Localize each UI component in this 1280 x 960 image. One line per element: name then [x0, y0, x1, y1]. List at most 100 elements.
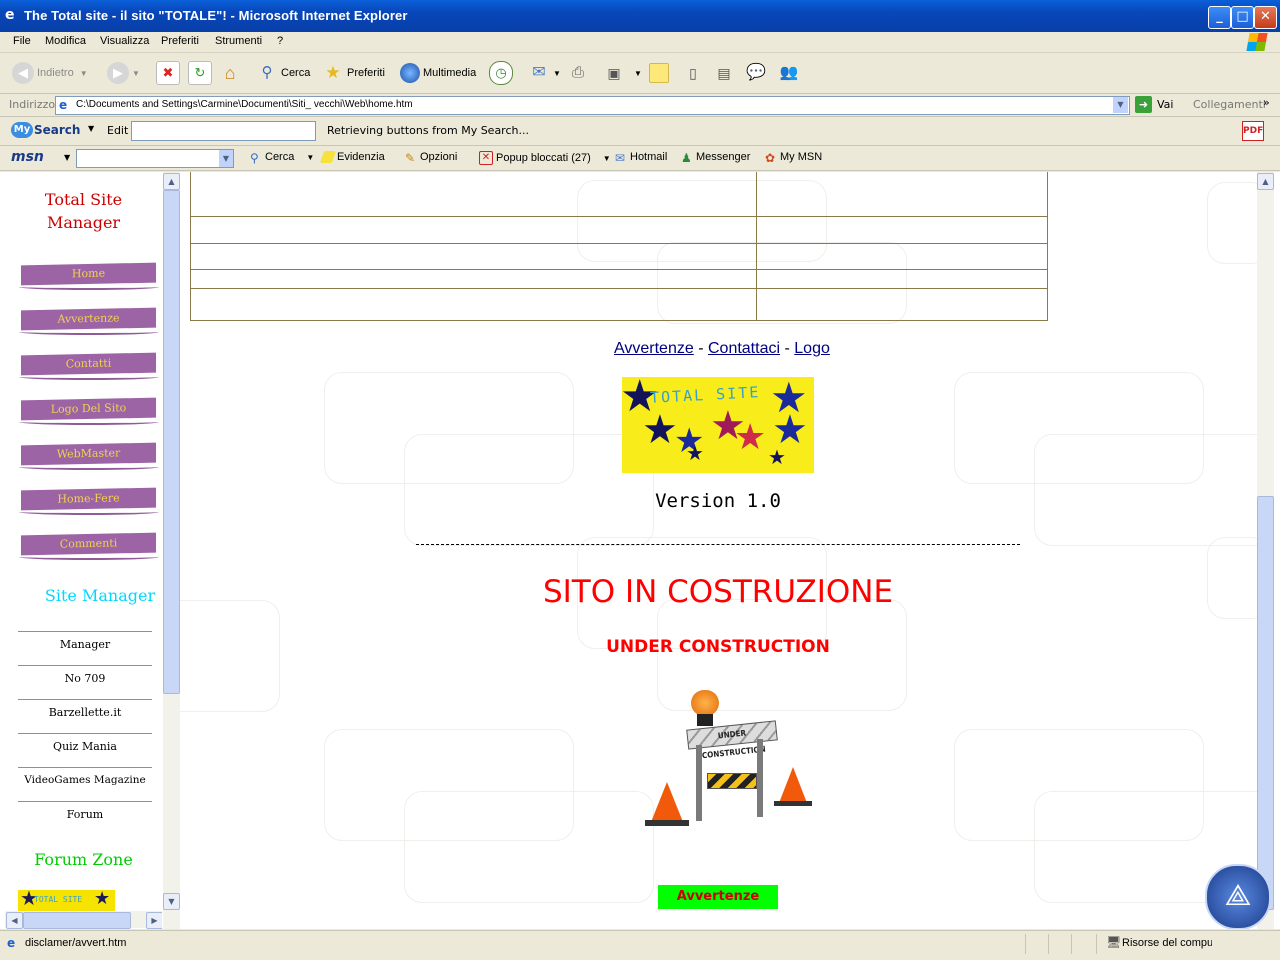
link-avvertenze[interactable]: Avvertenze [614, 340, 694, 357]
dropdown-icon[interactable]: ▼ [64, 153, 70, 162]
minimize-button[interactable]: _ [1208, 6, 1231, 29]
dropdown-icon: ▼ [634, 68, 642, 78]
scroll-down-icon[interactable]: ▼ [163, 893, 180, 910]
status-separator [1048, 934, 1049, 954]
back-arrow-icon: ◀ [12, 62, 34, 84]
computer-icon: 🖥 [1106, 935, 1122, 949]
menu-modifica[interactable]: Modifica [45, 35, 86, 47]
window-title: The Total site - il sito "TOTALE"! - Mic… [24, 8, 408, 23]
menu-help[interactable]: ? [277, 35, 283, 47]
site-link-videogames[interactable]: VideoGames Magazine [18, 767, 152, 786]
go-arrow-icon[interactable]: ➜ [1135, 96, 1152, 113]
mail-button[interactable]: ✉ ▼ [528, 61, 561, 85]
nav-webmaster[interactable]: WebMaster [21, 442, 156, 466]
nav-avvertenze[interactable]: Avvertenze [21, 307, 156, 331]
nav-contatti[interactable]: Contatti [21, 352, 156, 376]
discuss-button[interactable]: ▤ [713, 61, 738, 85]
link-separator: - [698, 340, 704, 357]
address-dropdown-icon[interactable]: ▼ [1113, 97, 1128, 113]
barrier-post [757, 739, 763, 817]
dropdown-icon[interactable]: ▼ [88, 124, 94, 133]
messenger-button[interactable]: 👥 [778, 61, 803, 85]
nav-divider [19, 464, 159, 470]
history-icon: ◷ [489, 61, 513, 85]
scroll-up-icon[interactable]: ▲ [163, 173, 180, 190]
dropdown-icon: ▼ [306, 152, 315, 162]
research-button[interactable]: ▯ [682, 61, 707, 85]
forum-logo-image[interactable]: ★ TOTAL SITE ★ [18, 890, 115, 912]
address-label: Indirizzo [9, 98, 56, 111]
vscroll-thumb[interactable] [163, 190, 180, 694]
search-icon: ⚲ [261, 64, 273, 81]
nav-home[interactable]: Home [21, 262, 156, 286]
windows-logo-icon [1246, 33, 1268, 51]
nav-home-fere[interactable]: Home-Fere [21, 487, 156, 511]
scroll-up-icon[interactable]: ▲ [1257, 173, 1274, 190]
home-button[interactable]: ⌂ [219, 61, 244, 85]
page-heading: SITO IN COSTRUZIONE [542, 574, 894, 610]
print-button[interactable]: ⎙ [567, 61, 592, 85]
chat-icon: 💬 [746, 64, 766, 81]
menu-visualizza[interactable]: Visualizza [100, 35, 149, 47]
left-hscrollbar[interactable]: ◀ ▶ [5, 911, 162, 929]
chevron-right-icon[interactable]: » [1263, 96, 1270, 109]
popup-blocker-button[interactable]: ✕ Popup bloccati (27) ▼ [479, 151, 611, 165]
menu-strumenti[interactable]: Strumenti [215, 35, 262, 47]
status-url: disclamer/avvert.htm [25, 937, 127, 949]
site-link-no709[interactable]: No 709 [18, 665, 152, 685]
options-button[interactable]: ✎ Opzioni [405, 151, 457, 165]
nav-commenti[interactable]: Commenti [21, 532, 156, 556]
edit-button[interactable]: ▣ ▼ [603, 61, 642, 85]
table-row [190, 172, 1048, 217]
links-button[interactable]: Collegamenti [1193, 98, 1266, 111]
address-field[interactable]: e C:\Documents and Settings\Carmine\Docu… [55, 96, 1130, 115]
refresh-button[interactable]: ↻ [188, 61, 215, 85]
link-logo[interactable]: Logo [794, 340, 830, 357]
site-link-forum[interactable]: Forum [18, 801, 152, 821]
scroll-left-icon[interactable]: ◀ [6, 912, 23, 929]
site-link-manager[interactable]: Manager [18, 631, 152, 651]
site-link-barzellette[interactable]: Barzellette.it [18, 699, 152, 719]
vscroll-thumb[interactable] [1257, 496, 1274, 910]
scroll-right-icon[interactable]: ▶ [146, 912, 162, 929]
msn-search-button[interactable]: ⚲ Cerca ▼ [250, 151, 315, 165]
msn-toolbar: msn ▼ ▼ ⚲ Cerca ▼ Evidenzia ✎ Opzioni ✕ … [0, 146, 1280, 171]
mysearch-input[interactable] [131, 121, 316, 141]
link-contattaci[interactable]: Contattaci [708, 340, 780, 357]
hotmail-button[interactable]: ✉ Hotmail [615, 151, 667, 165]
main-vscrollbar[interactable]: ▲ [1257, 172, 1274, 929]
back-button[interactable]: ◀ Indietro ▼ [12, 61, 88, 85]
go-button[interactable]: Vai [1157, 98, 1173, 111]
pdf-icon[interactable]: PDF [1242, 121, 1264, 141]
forward-button[interactable]: ▶ ▼ [107, 61, 140, 85]
address-value: C:\Documents and Settings\Carmine\Docume… [76, 99, 413, 110]
media-button[interactable]: Multimedia [400, 61, 476, 85]
site-link-quiz-mania[interactable]: Quiz Mania [18, 733, 152, 753]
nav-logo-del-sito[interactable]: Logo Del Sito [21, 397, 156, 421]
messenger-link[interactable]: ♟ Messenger [681, 151, 750, 165]
highlight-button[interactable]: Evidenzia [319, 151, 385, 163]
search-button[interactable]: ⚲ Cerca [256, 61, 311, 85]
favorites-button[interactable]: ★ Preferiti [322, 61, 385, 85]
history-button[interactable]: ◷ [489, 61, 516, 85]
chat-button[interactable]: 💬 [745, 61, 770, 85]
close-button[interactable]: ✕ [1254, 6, 1277, 29]
dropdown-icon[interactable]: ▼ [219, 150, 233, 167]
status-zone: Risorse del computer [1122, 937, 1212, 949]
menu-file[interactable]: File [13, 35, 31, 47]
status-separator [1096, 934, 1097, 954]
app-badge-icon[interactable]: ⟁ [1205, 864, 1271, 929]
mymsn-button[interactable]: ✿ My MSN [765, 151, 822, 165]
nav-divider [19, 374, 159, 380]
stop-button[interactable]: ✖ [156, 61, 183, 85]
maximize-button[interactable]: □ [1231, 6, 1254, 29]
left-vscrollbar[interactable]: ▲ ▼ [163, 172, 180, 929]
edit-label[interactable]: Edit [107, 124, 128, 137]
msn-search-input[interactable]: ▼ [76, 149, 234, 168]
avvertenze-button[interactable]: Avvertenze [658, 885, 778, 909]
hscroll-thumb[interactable] [23, 912, 131, 929]
menu-preferiti[interactable]: Preferiti [161, 35, 199, 47]
favorites-label: Preferiti [347, 67, 385, 79]
mail-icon: ✉ [615, 151, 626, 165]
note-button[interactable] [649, 61, 672, 85]
